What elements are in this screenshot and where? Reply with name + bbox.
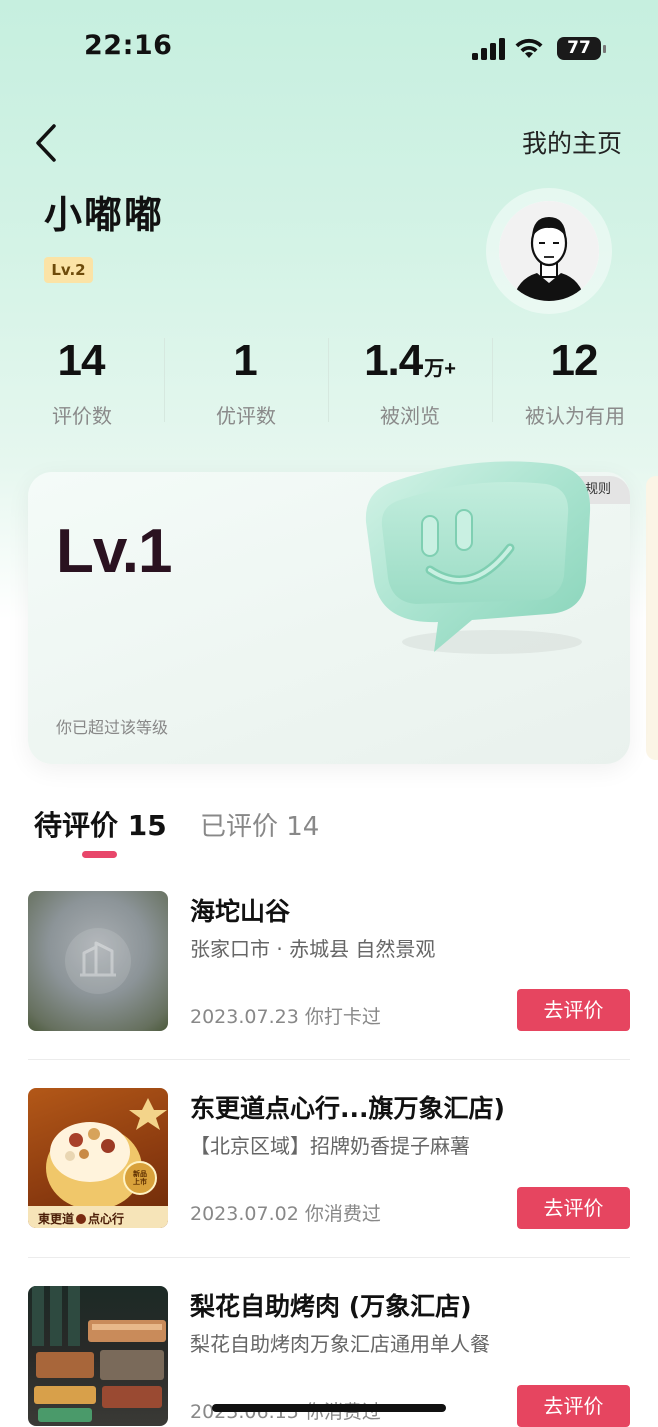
review-button[interactable]: 去评价	[517, 989, 630, 1031]
stat-reviews-value: 14	[57, 336, 106, 385]
review-button[interactable]: 去评价	[517, 1385, 630, 1427]
tab-done-reviews[interactable]: 已评价 14	[200, 806, 319, 843]
stat-views-unit: 万+	[424, 358, 456, 380]
level-badge: Lv.2	[44, 257, 93, 283]
wifi-icon	[515, 38, 543, 58]
stat-quality-reviews[interactable]: 1 优评数	[164, 336, 328, 429]
smile-chat-mascot-icon	[365, 461, 591, 654]
bbq-photo-icon	[32, 1286, 166, 1422]
stat-views[interactable]: 1.4 万+ 被浏览	[328, 336, 492, 429]
list-item-subtitle: 【北京区域】招牌奶香提子麻薯	[190, 1134, 470, 1158]
username: 小嘟嘟	[44, 193, 165, 237]
list-item-date: 2023.07.23 你打卡过	[190, 1006, 381, 1028]
list-item-subtitle: 梨花自助烤肉万象汇店通用单人餐	[190, 1332, 490, 1356]
list-item-title[interactable]: 梨花自助烤肉 (万象汇店)	[190, 1287, 472, 1323]
thumbnail-brand-part1: 東更道	[38, 1212, 75, 1226]
stat-helpful[interactable]: 12 被认为有用	[493, 336, 657, 429]
avatar[interactable]	[499, 201, 599, 301]
stat-reviews-label: 评价数	[52, 404, 112, 428]
card-level-note: 你已超过该等级	[56, 718, 169, 737]
list-item-thumbnail[interactable]	[28, 1286, 168, 1426]
pastry-photo-icon	[28, 1098, 168, 1228]
list-item-date: 2023.07.02 你消费过	[190, 1203, 381, 1225]
back-arrow-icon[interactable]	[32, 122, 62, 164]
stat-reviews[interactable]: 14 评价数	[0, 336, 164, 429]
building-placeholder-icon	[65, 928, 131, 994]
stat-quality-value: 1	[233, 336, 258, 385]
stat-quality-label: 优评数	[216, 404, 276, 428]
my-homepage-link[interactable]: 我的主页	[522, 124, 622, 160]
list-item-thumbnail[interactable]	[28, 891, 168, 1031]
signal-icon	[472, 38, 505, 60]
card-level-title: Lv.1	[56, 517, 172, 586]
stat-helpful-value: 12	[550, 336, 599, 385]
next-level-card-peek[interactable]	[646, 476, 658, 760]
battery-icon: 77	[557, 37, 606, 60]
list-item-subtitle: 张家口市 · 赤城县 自然景观	[190, 937, 436, 961]
brand-dot-icon	[76, 1214, 87, 1224]
list-item-thumbnail[interactable]: 新品上市 東更道 点心行	[28, 1088, 168, 1228]
thumbnail-brand-part2: 点心行	[88, 1212, 125, 1226]
stat-views-label: 被浏览	[380, 404, 440, 428]
status-time: 22:16	[84, 30, 173, 61]
thumbnail-brand-text: 東更道 点心行	[38, 1210, 124, 1227]
new-product-tag: 新品上市	[133, 1170, 147, 1186]
list-item-title[interactable]: 东更道点心行...旗万象汇店)	[190, 1089, 505, 1125]
avatar-portrait-icon	[499, 201, 599, 301]
stat-views-value: 1.4	[364, 336, 423, 385]
review-button[interactable]: 去评价	[517, 1187, 630, 1229]
tab-active-indicator	[82, 851, 117, 858]
home-indicator[interactable]	[212, 1404, 446, 1412]
list-divider	[28, 1059, 630, 1060]
stat-helpful-label: 被认为有用	[525, 404, 625, 428]
tab-pending-reviews[interactable]: 待评价 15	[34, 804, 167, 844]
list-item-title[interactable]: 海坨山谷	[190, 892, 290, 928]
list-divider	[28, 1257, 630, 1258]
